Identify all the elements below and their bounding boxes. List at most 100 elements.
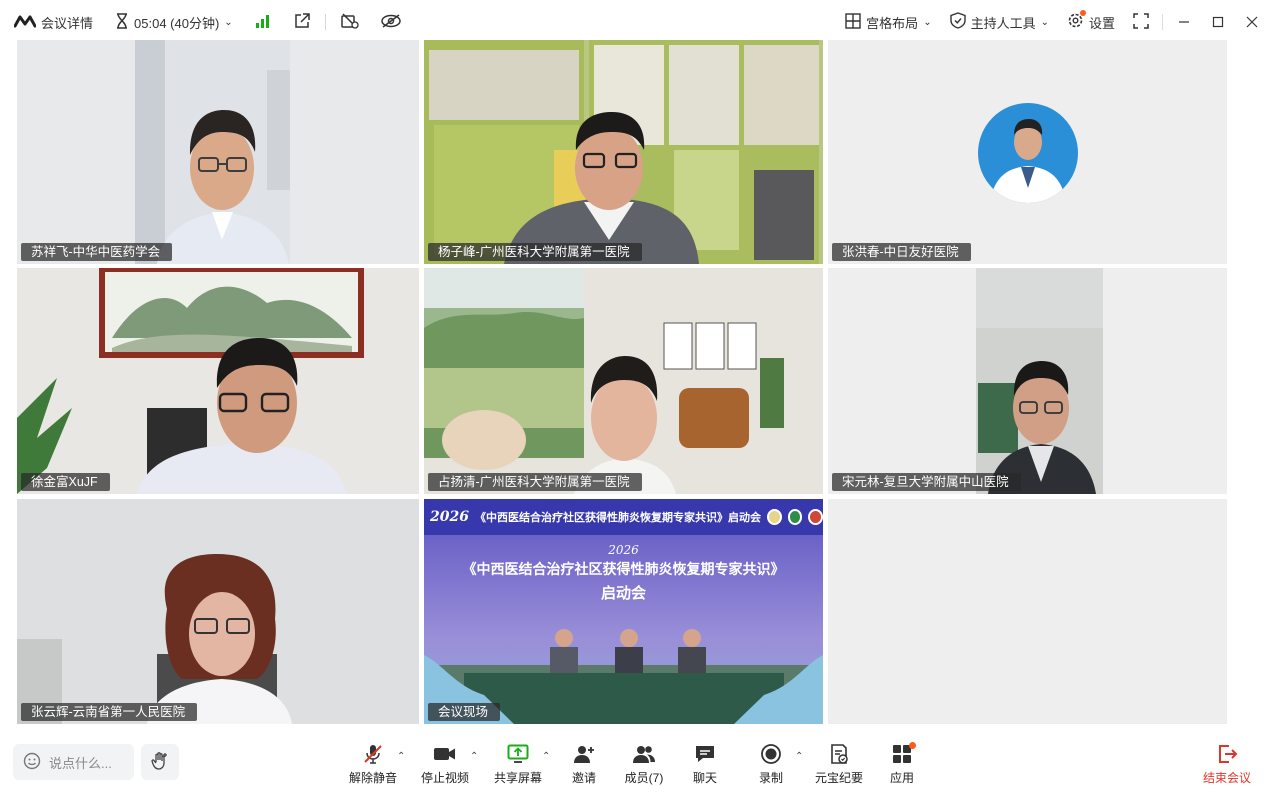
bottom-toolbar: 说点什么... 解除静音 ⌃ 停止视频 ⌃ 共享屏幕 ⌃ 邀请 成员(7) 聊天…	[0, 733, 1269, 793]
network-signal-icon[interactable]	[255, 14, 271, 31]
end-meeting-label: 结束会议	[1202, 771, 1251, 785]
stop-video-button[interactable]: 停止视频	[415, 743, 475, 787]
chat-button[interactable]: 聊天	[675, 743, 735, 787]
ai-notes-icon	[828, 743, 850, 765]
participant-video	[17, 268, 419, 494]
unmute-label: 解除静音	[348, 771, 397, 785]
unmute-button[interactable]: 解除静音	[343, 743, 403, 787]
minimize-icon[interactable]	[1177, 15, 1191, 29]
meeting-timer[interactable]: 05:04 (40分钟) ⌄	[115, 12, 233, 32]
grid-layout-label: 宫格布局	[866, 15, 919, 31]
raise-hand-icon	[150, 751, 170, 774]
grid-layout-button[interactable]: 宫格布局 ⌄	[845, 12, 932, 32]
meeting-info-label: 会议详情	[41, 15, 94, 31]
end-meeting-button[interactable]: 结束会议	[1203, 743, 1251, 786]
video-grid: 苏祥飞-中华中医药学会 杨子峰-广州医科大学附属第一医院 张洪春-中日友好医院 …	[17, 40, 1228, 724]
exit-door-icon	[1216, 743, 1238, 765]
notification-dot	[909, 742, 916, 749]
top-toolbar: 会议详情 05:04 (40分钟) ⌄ 宫格布局 ⌄ 主持人工具 ⌄ 设置	[0, 0, 1269, 44]
raise-hand-button[interactable]	[141, 744, 179, 780]
video-tile[interactable]: 苏祥飞-中华中医药学会	[17, 40, 419, 264]
venue-stage: 2026 《中西医结合治疗社区获得性肺炎恢复期专家共识》 启动会	[424, 535, 823, 724]
video-tile[interactable]: 张云辉-云南省第一人民医院	[17, 499, 419, 724]
share-screen-label: 共享屏幕	[493, 771, 542, 785]
hide-self-view-icon[interactable]	[340, 12, 360, 33]
record-icon	[760, 743, 782, 765]
chat-label: 聊天	[692, 771, 717, 785]
apps-grid-icon	[892, 742, 916, 765]
participant-name: 张洪春-中日友好医院	[832, 243, 971, 261]
yuanbao-notes-label: 元宝纪要	[814, 771, 863, 785]
participant-avatar	[978, 103, 1078, 203]
audio-options-caret-icon[interactable]: ⌃	[397, 751, 405, 762]
chat-bubble-icon	[694, 743, 716, 765]
chat-placeholder: 说点什么...	[49, 755, 112, 771]
add-user-icon	[573, 743, 595, 765]
tencent-meeting-logo-icon	[13, 14, 37, 31]
year-mark: 2026	[430, 509, 469, 525]
participant-video	[976, 268, 1103, 494]
quick-chat-input[interactable]: 说点什么...	[13, 744, 134, 780]
participant-name: 占扬清-广州医科大学附属第一医院	[428, 473, 642, 491]
host-tools-label: 主持人工具	[970, 15, 1036, 31]
toolbar-divider	[324, 14, 326, 30]
share-options-caret-icon[interactable]: ⌃	[542, 751, 550, 762]
conference-table-scene	[424, 629, 823, 724]
video-options-caret-icon[interactable]: ⌃	[470, 751, 478, 762]
participant-name: 徐金富XuJF	[21, 473, 110, 491]
participant-video	[17, 499, 419, 724]
participant-name: 张云辉-云南省第一人民医院	[21, 703, 198, 721]
participant-name: 苏祥飞-中华中医药学会	[21, 243, 173, 261]
empty-video-tile	[828, 499, 1227, 724]
share-screen-icon	[507, 743, 529, 765]
video-tile[interactable]: 占扬清-广州医科大学附属第一医院	[424, 268, 823, 494]
invite-label: 邀请	[571, 771, 596, 785]
participant-video	[424, 40, 823, 264]
smiley-icon	[23, 752, 41, 773]
venue-video-tile[interactable]: 2026 《中西医结合治疗社区获得性肺炎恢复期专家共识》启动会 2026 《中西…	[424, 499, 823, 724]
gear-icon	[1067, 10, 1086, 32]
video-tile[interactable]: 宋元林-复旦大学附属中山医院	[828, 268, 1227, 494]
participant-video	[424, 268, 823, 494]
microphone-muted-icon	[362, 743, 384, 765]
camera-icon	[433, 743, 457, 765]
yuanbao-notes-button[interactable]: 元宝纪要	[809, 743, 869, 787]
meeting-info-button[interactable]: 会议详情	[13, 13, 94, 32]
chevron-down-icon: ⌄	[224, 16, 233, 28]
record-options-caret-icon[interactable]: ⌃	[795, 751, 803, 762]
grid-layout-icon	[845, 12, 861, 32]
share-link-icon[interactable]	[293, 12, 311, 33]
chevron-down-icon: ⌄	[923, 16, 932, 28]
venue-header-title: 《中西医结合治疗社区获得性肺炎恢复期专家共识》启动会	[474, 512, 761, 524]
participant-name: 宋元林-复旦大学附属中山医院	[832, 473, 1021, 491]
apps-button[interactable]: 应用	[872, 742, 932, 787]
share-screen-button[interactable]: 共享屏幕	[488, 743, 548, 787]
participant-name: 会议现场	[428, 703, 501, 721]
record-button[interactable]: 录制	[741, 743, 801, 787]
window-divider	[1162, 14, 1163, 30]
stop-video-label: 停止视频	[420, 771, 469, 785]
invite-button[interactable]: 邀请	[554, 743, 614, 787]
timer-text: 05:04 (40分钟)	[134, 15, 220, 31]
video-tile[interactable]: 杨子峰-广州医科大学附属第一医院	[424, 40, 823, 264]
fullscreen-icon[interactable]	[1133, 12, 1149, 32]
shield-icon	[949, 12, 966, 32]
settings-label: 设置	[1088, 15, 1115, 31]
video-tile[interactable]: 徐金富XuJF	[17, 268, 419, 494]
settings-button[interactable]: 设置	[1067, 10, 1115, 32]
organizer-logo-icon	[787, 509, 803, 525]
hide-non-video-icon[interactable]	[380, 13, 402, 32]
apps-label: 应用	[889, 771, 914, 785]
participant-video	[135, 40, 290, 264]
organizer-logo-icon	[808, 509, 823, 525]
chevron-down-icon: ⌄	[1040, 16, 1049, 28]
venue-header-banner: 2026 《中西医结合治疗社区获得性肺炎恢复期专家共识》启动会	[424, 499, 823, 535]
members-button[interactable]: 成员(7)	[614, 743, 674, 787]
members-icon	[632, 743, 656, 765]
participant-name: 杨子峰-广州医科大学附属第一医院	[428, 243, 642, 261]
record-label: 录制	[758, 771, 783, 785]
host-tools-button[interactable]: 主持人工具 ⌄	[949, 12, 1049, 32]
maximize-icon[interactable]	[1211, 15, 1225, 29]
close-icon[interactable]	[1245, 15, 1259, 29]
video-tile[interactable]: 张洪春-中日友好医院	[828, 40, 1227, 264]
